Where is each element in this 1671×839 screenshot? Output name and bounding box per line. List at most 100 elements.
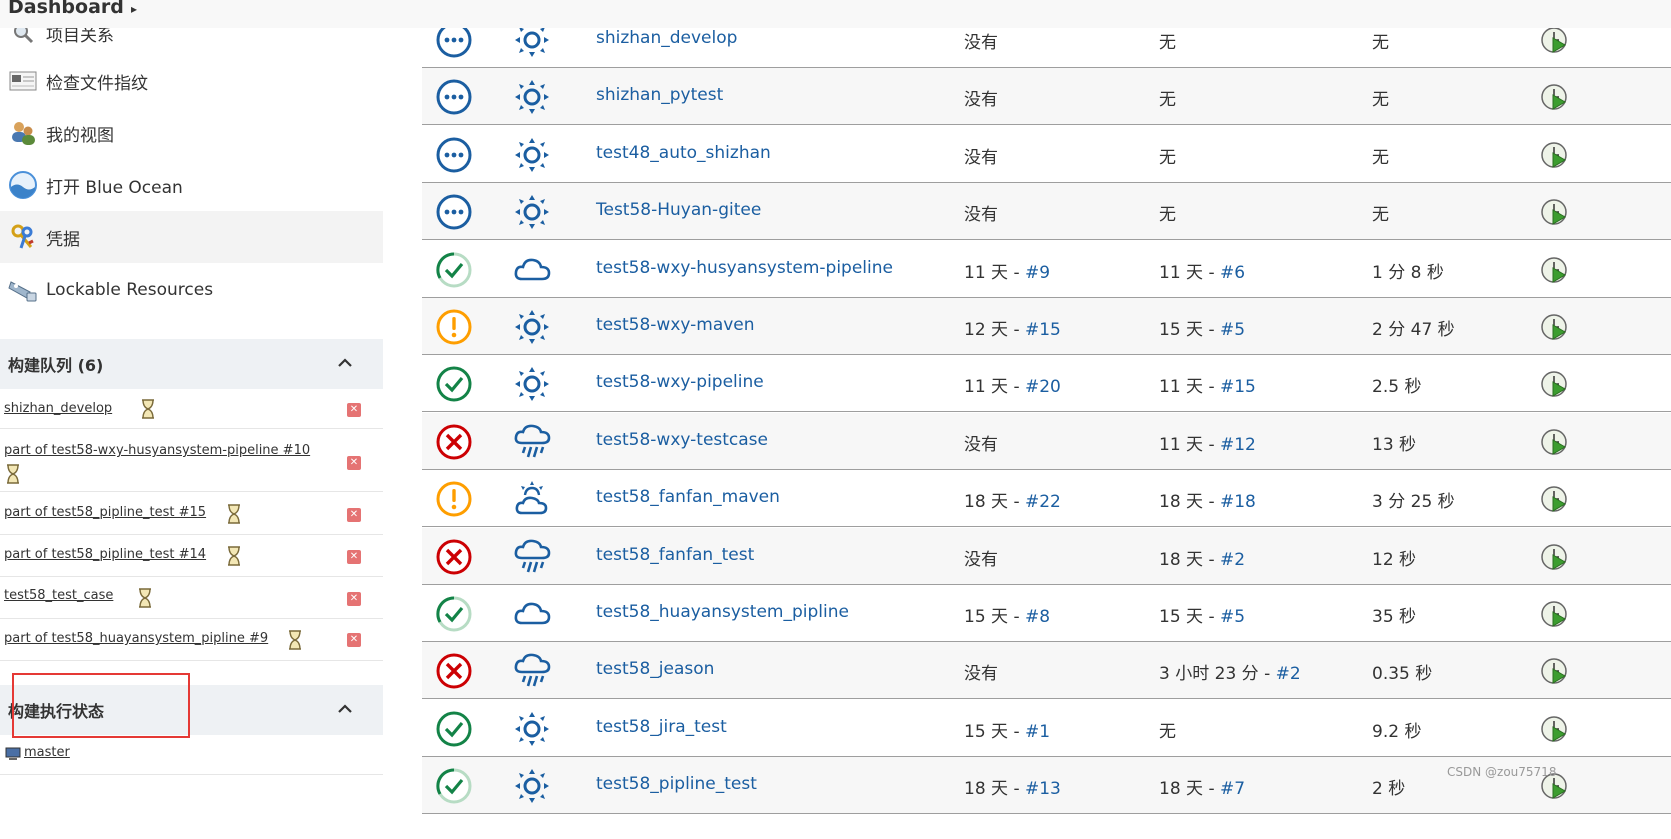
last-failure-build-link[interactable]: #6 [1220,263,1245,283]
schedule-build-icon[interactable] [1540,256,1568,284]
job-name-link[interactable]: shizhan_pytest [596,85,723,105]
last-success-build-link[interactable]: #15 [1025,320,1061,340]
sidebar-item-label: 打开 Blue Ocean [46,177,183,198]
search-icon [8,28,38,48]
last-success-build-link[interactable]: #20 [1025,377,1061,397]
queue-item-link[interactable]: part of test58_pipline_test #14 [4,547,206,562]
last-success-cell: 15 天 - #1 [964,717,1050,742]
schedule-build-icon[interactable] [1540,141,1568,169]
cancel-icon[interactable]: ✕ [347,633,361,647]
last-failure-build-link[interactable]: #7 [1220,779,1245,799]
last-success-text: 没有 [964,205,998,225]
sidebar-item-my-views[interactable]: 我的视图 [0,107,383,159]
last-success-text: 没有 [964,664,998,684]
cancel-icon[interactable]: ✕ [347,550,361,564]
cancel-icon[interactable]: ✕ [347,508,361,522]
sidebar-item-fingerprint[interactable]: 检查文件指纹 [0,55,383,107]
chevron-up-icon[interactable] [335,699,355,719]
job-name-link[interactable]: test58_pipline_test [596,774,757,794]
job-name-link[interactable]: Test58-Huyan-gitee [596,200,761,220]
schedule-build-icon[interactable] [1540,83,1568,111]
job-name-link[interactable]: shizhan_develop [596,28,737,48]
schedule-build-icon[interactable] [1540,313,1568,341]
schedule-build-icon[interactable] [1540,370,1568,398]
last-duration-cell: 2 秒 [1372,779,1406,799]
job-name-link[interactable]: test58_jira_test [596,717,727,737]
lock-resource-icon [8,275,38,305]
queue-item-link[interactable]: part of test58_pipline_test #15 [4,505,206,520]
weather-cloudy-icon [513,595,551,633]
sidebar-item-blue-ocean[interactable]: 打开 Blue Ocean [0,159,383,211]
status-failed-icon [435,652,473,690]
job-name-link[interactable]: test58_huayansystem_pipline [596,602,849,622]
last-failure-build-link[interactable]: #18 [1220,492,1256,512]
queue-item-link[interactable]: test58_test_case [4,588,113,603]
last-failure-build-link[interactable]: #12 [1220,435,1256,455]
last-failure-build-link[interactable]: #5 [1220,607,1245,627]
queue-item: part of test58_pipline_test #15 ✕ [0,492,383,535]
cancel-icon[interactable]: ✕ [347,456,361,470]
job-name-link[interactable]: test58_jeason [596,659,714,679]
sidebar-item-credentials[interactable]: 凭据 [0,211,383,263]
last-failure-build-link[interactable]: #2 [1220,550,1245,570]
last-failure-cell: 18 天 - #7 [1159,774,1245,799]
schedule-build-icon[interactable] [1540,485,1568,513]
cancel-icon[interactable]: ✕ [347,592,361,606]
queue-item-link[interactable]: part of test58_huayansystem_pipline #9 [4,631,268,646]
executor-node-row: master [0,735,383,775]
queue-item: test58_test_case ✕ [0,577,383,619]
last-success-cell: 18 天 - #13 [964,774,1061,799]
job-name-link[interactable]: test58-wxy-husyansystem-pipeline [596,258,893,278]
queue-item-link[interactable]: part of test58-wxy-husyansystem-pipeline… [4,443,310,458]
watermark: CSDN @zou75718 [1447,765,1557,779]
weather-sunny-icon [513,365,551,403]
schedule-build-icon[interactable] [1540,26,1568,54]
last-failure-build-link[interactable]: #15 [1220,377,1256,397]
breadcrumb-dashboard[interactable]: Dashboard [8,0,124,18]
cancel-icon[interactable]: ✕ [347,403,361,417]
last-success-build-link[interactable]: #22 [1025,492,1061,512]
last-failure-cell: 11 天 - #15 [1159,372,1256,397]
job-name-link[interactable]: test58_fanfan_test [596,545,754,565]
hourglass-icon [138,588,152,608]
queue-item-link[interactable]: shizhan_develop [4,401,112,416]
last-success-cell: 没有 [964,659,998,684]
executor-node-link[interactable]: master [24,745,70,760]
sidebar-item-lockable-resources[interactable]: Lockable Resources [0,264,383,316]
last-success-cell: 12 天 - #15 [964,315,1061,340]
last-failure-text: 15 天 - [1159,320,1220,340]
last-success-build-link[interactable]: #1 [1025,722,1050,742]
schedule-build-icon[interactable] [1540,600,1568,628]
job-row: test58_huayansystem_pipline 15 天 - #8 15 天… [422,585,1671,642]
breadcrumb-arrow-icon[interactable]: ▸ [131,2,137,16]
job-name-link[interactable]: test58-wxy-pipeline [596,372,764,392]
hourglass-icon [227,546,241,566]
queue-item: part of test58_pipline_test #14 ✕ [0,535,383,577]
last-failure-cell: 11 天 - #12 [1159,430,1256,455]
schedule-build-icon[interactable] [1540,428,1568,456]
last-failure-build-link[interactable]: #2 [1276,664,1301,684]
last-failure-text: 18 天 - [1159,492,1220,512]
job-name-link[interactable]: test58-wxy-maven [596,315,755,335]
job-name-link[interactable]: test58-wxy-testcase [596,430,768,450]
job-name-link[interactable]: test48_auto_shizhan [596,143,771,163]
last-failure-build-link[interactable]: #5 [1220,320,1245,340]
schedule-build-icon[interactable] [1540,543,1568,571]
job-name-link[interactable]: test58_fanfan_maven [596,487,780,507]
last-success-build-link[interactable]: #13 [1025,779,1061,799]
last-duration-cell: 0.35 秒 [1372,664,1433,684]
last-success-build-link[interactable]: #9 [1025,263,1050,283]
last-success-build-link[interactable]: #8 [1025,607,1050,627]
schedule-build-icon[interactable] [1540,657,1568,685]
last-duration-cell: 无 [1372,205,1389,225]
schedule-build-icon[interactable] [1540,198,1568,226]
chevron-up-icon[interactable] [335,353,355,373]
status-notbuilt-icon [435,78,473,116]
job-row: test58_fanfan_test 没有 18 天 - #2 12 秒 [422,528,1671,585]
schedule-build-icon[interactable] [1540,715,1568,743]
last-success-text: 没有 [964,435,998,455]
last-failure-cell: 无 [1159,717,1176,742]
sidebar-item-label: 项目关系 [46,28,114,46]
job-row: test58_fanfan_maven 18 天 - #22 18 天 - #18 3… [422,470,1671,527]
weather-cloudy-icon [513,251,551,289]
